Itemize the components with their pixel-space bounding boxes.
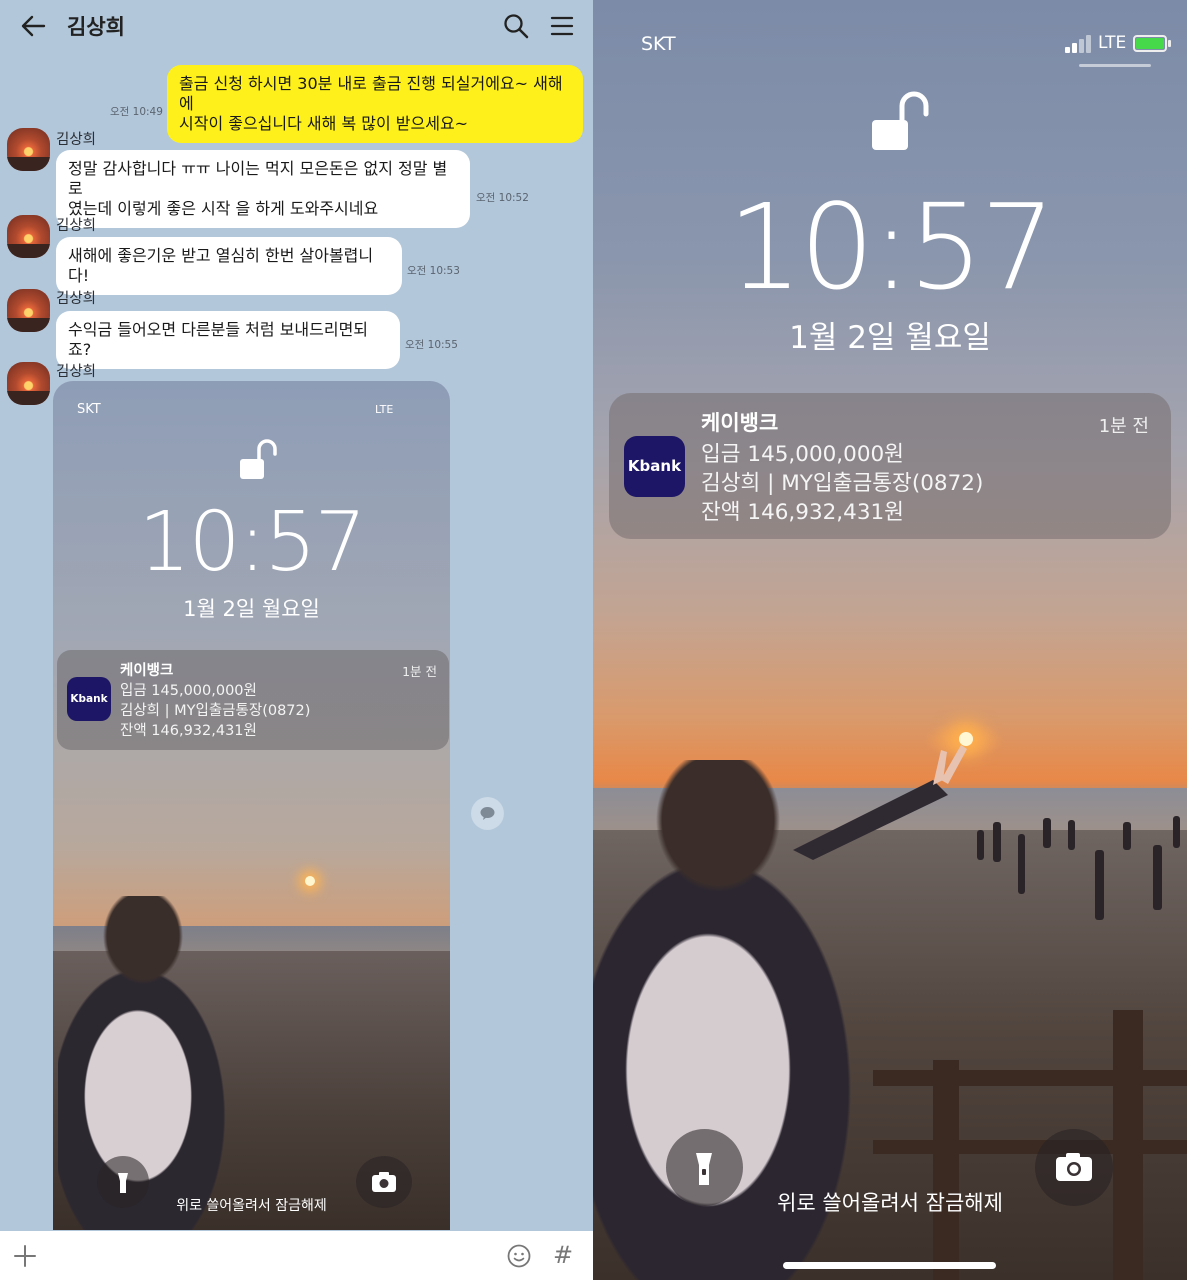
message-text-line: 새해에 좋은기운 받고 열심히 한번 살아볼렵니다! xyxy=(68,246,374,285)
message-input-bar[interactable]: # xyxy=(0,1231,593,1280)
home-indicator[interactable] xyxy=(783,1262,996,1269)
message-time: 오전 10:49 xyxy=(110,106,163,118)
notification-time-ago: 1분 전 xyxy=(402,664,437,679)
kbank-app-icon: Kbank xyxy=(67,677,111,721)
sender-name: 김상희 xyxy=(56,364,97,380)
sender-name: 김상희 xyxy=(56,132,97,148)
notification-account: 김상희 | MY입출금통장(0872) xyxy=(120,703,311,719)
carrier-label: SKT xyxy=(77,402,101,417)
signal-icon xyxy=(1065,35,1091,53)
lock-screen: SKT LTE 10:57 1월 2일 월요일 Kbank 케이뱅크 1분 전 … xyxy=(593,0,1187,1280)
carrier-label: SKT xyxy=(641,33,676,55)
message-time: 오전 10:52 xyxy=(476,192,529,204)
chat-header: 김상희 xyxy=(0,0,593,52)
notification-balance: 잔액 146,932,431원 xyxy=(701,500,904,525)
message-text-line: 정말 감사합니다 ㅠㅠ 나이는 먹지 모은돈은 없지 정말 별로 xyxy=(68,159,448,198)
battery-level xyxy=(1136,38,1164,49)
control-center-hint[interactable] xyxy=(1079,64,1151,67)
image-message-screenshot[interactable]: SKT LTE 10:57 1월 2일 월요일 Kbank 케이뱅크 1분 전 … xyxy=(53,381,450,1230)
sender-name: 김상희 xyxy=(56,218,97,234)
message-text-line: 였는데 이렇게 좋은 시작 을 하게 도와주시네요 xyxy=(68,199,379,218)
kbank-app-icon: Kbank xyxy=(624,436,685,497)
message-text-line: 출금 신청 하시면 30분 내로 출금 진행 되실거에요~ 새해에 xyxy=(179,74,563,113)
notification-app-name: 케이뱅크 xyxy=(701,411,779,435)
lock-date: 1월 2일 월요일 xyxy=(789,320,991,356)
message-time: 오전 10:53 xyxy=(407,265,460,277)
avatar[interactable] xyxy=(7,128,50,171)
notification-time-ago: 1분 전 xyxy=(1098,416,1149,437)
unlock-icon xyxy=(872,91,929,150)
share-icon[interactable] xyxy=(471,797,504,830)
notification-app-name: 케이뱅크 xyxy=(120,663,174,679)
avatar[interactable] xyxy=(7,289,50,332)
chat-screen: 김상희 오전 10:49 출금 신청 하시면 30분 내로 출금 진행 되실거에… xyxy=(0,0,593,1280)
avatar[interactable] xyxy=(7,362,50,405)
emoji-icon[interactable] xyxy=(506,1243,532,1269)
message-bubble-received[interactable]: 수익금 들어오면 다른분들 처럼 보내드리면되죠? xyxy=(56,311,400,369)
chat-title: 김상희 xyxy=(67,15,125,39)
message-text-line: 시작이 좋으십니다 새해 복 많이 받으세요~ xyxy=(179,114,469,133)
sender-name: 김상희 xyxy=(56,291,97,307)
message-time: 오전 10:55 xyxy=(405,339,458,351)
back-arrow-icon[interactable] xyxy=(18,12,48,40)
unlock-icon xyxy=(240,439,277,479)
sun xyxy=(305,876,315,886)
swipe-hint: 위로 쓸어올려서 잠금해제 xyxy=(777,1191,1003,1215)
bank-notification: Kbank 케이뱅크 1분 전 입금 145,000,000원 김상희 | MY… xyxy=(57,650,449,750)
wooden-fence xyxy=(873,1010,1187,1280)
battery-nub xyxy=(1168,40,1171,47)
search-icon[interactable] xyxy=(502,12,530,40)
message-bubble-received[interactable]: 새해에 좋은기운 받고 열심히 한번 살아볼렵니다! xyxy=(56,237,402,295)
bank-notification[interactable]: Kbank 케이뱅크 1분 전 입금 145,000,000원 김상희 | MY… xyxy=(609,393,1171,539)
swipe-hint: 위로 쓸어올려서 잠금해제 xyxy=(176,1198,327,1214)
plus-icon[interactable] xyxy=(12,1243,38,1269)
notification-balance: 잔액 146,932,431원 xyxy=(120,723,257,739)
notification-account: 김상희 | MY입출금통장(0872) xyxy=(701,471,984,496)
lock-time: 10:57 xyxy=(138,495,366,590)
notification-deposit: 입금 145,000,000원 xyxy=(120,683,257,699)
lock-time: 10:57 xyxy=(727,178,1055,316)
message-bubble-sent[interactable]: 출금 신청 하시면 30분 내로 출금 진행 되실거에요~ 새해에 시작이 좋으… xyxy=(167,65,583,143)
message-text-line: 수익금 들어오면 다른분들 처럼 보내드리면되죠? xyxy=(68,320,369,359)
network-label: LTE xyxy=(375,403,394,416)
notification-deposit: 입금 145,000,000원 xyxy=(701,442,904,467)
child-figure xyxy=(58,896,248,1230)
network-label: LTE xyxy=(1098,33,1127,53)
message-bubble-received[interactable]: 정말 감사합니다 ㅠㅠ 나이는 먹지 모은돈은 없지 정말 별로 였는데 이렇게… xyxy=(56,150,470,228)
menu-icon[interactable] xyxy=(548,12,576,40)
avatar[interactable] xyxy=(7,215,50,258)
crowd-silhouettes xyxy=(977,816,1180,920)
battery-icon xyxy=(1133,35,1167,52)
lock-date: 1월 2일 월요일 xyxy=(183,597,320,621)
hashtag-button[interactable]: # xyxy=(553,1241,573,1269)
